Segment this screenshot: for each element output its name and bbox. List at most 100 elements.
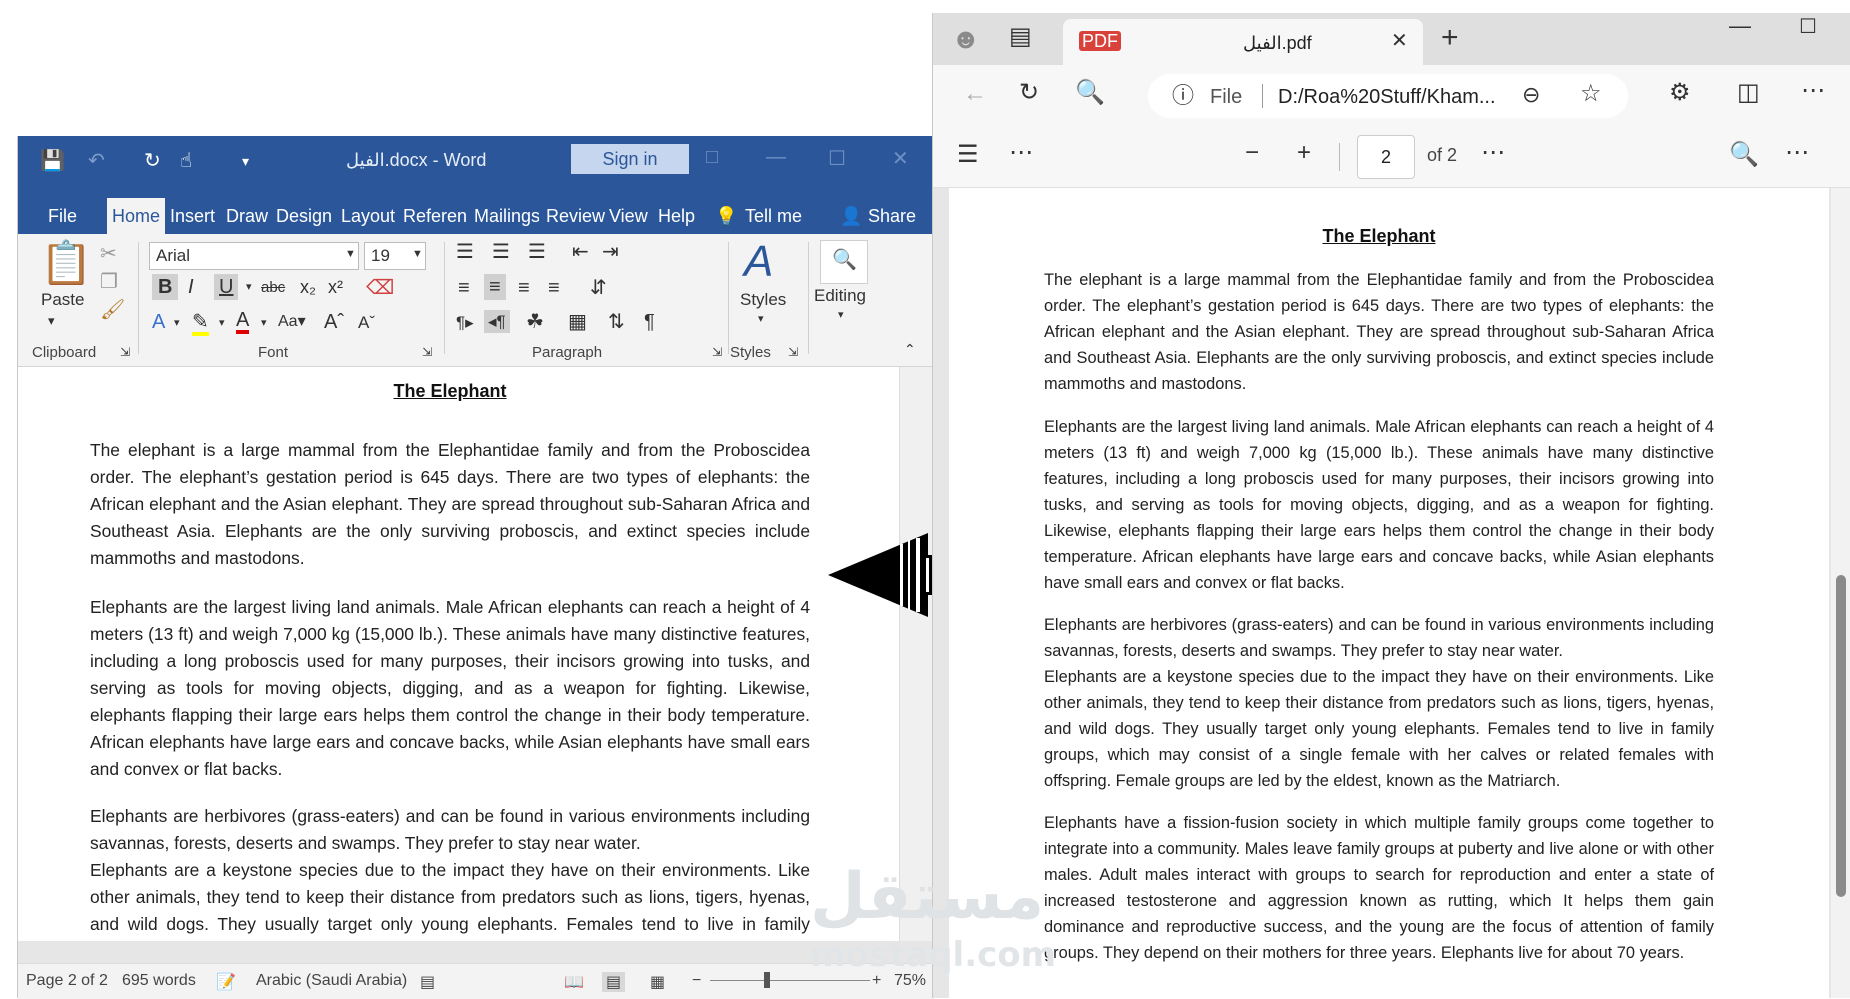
share-button[interactable]: Share <box>868 198 916 234</box>
paragraph-launcher-icon[interactable]: ⇲ <box>712 346 722 358</box>
read-mode-icon[interactable]: 📖 <box>564 972 584 992</box>
justify-icon[interactable]: ≡ <box>548 278 560 298</box>
table-of-contents-icon[interactable]: ☰ <box>957 143 979 167</box>
tell-me-box[interactable]: Tell me <box>745 198 802 234</box>
shading-icon[interactable]: ☘ <box>526 312 544 332</box>
collapse-ribbon-icon[interactable]: ⌃ <box>904 342 916 356</box>
horizontal-scrollbar[interactable] <box>18 941 934 963</box>
sign-in-button[interactable]: Sign in <box>571 144 689 174</box>
document-area[interactable]: The Elephant The elephant is a large mam… <box>18 367 934 988</box>
font-name-box[interactable]: Arial <box>149 242 359 270</box>
show-formatting-icon[interactable]: ¶ <box>644 312 655 332</box>
underline-dropdown-icon[interactable]: ▾ <box>246 282 252 293</box>
zoom-out-icon[interactable]: − <box>692 972 701 990</box>
text-effects-icon[interactable]: A <box>152 312 165 332</box>
pdf-scroll-thumb[interactable] <box>1836 575 1846 897</box>
zoom-out-icon[interactable]: ⊖ <box>1522 84 1540 106</box>
sort-icon[interactable]: ⇅ <box>608 312 625 332</box>
clear-formatting-icon[interactable]: ⌫ <box>366 278 394 298</box>
ltr-icon[interactable]: ¶▸ <box>456 314 474 331</box>
paste-icon[interactable]: 📋 <box>40 242 92 284</box>
split-screen-icon[interactable]: ◫ <box>1737 81 1760 105</box>
browser-tab[interactable]: PDF الفيل.pdf ✕ <box>1063 19 1423 65</box>
copy-icon[interactable]: ❐ <box>100 272 118 292</box>
paste-button[interactable]: Paste <box>41 290 84 310</box>
page-number-input[interactable]: 2 <box>1357 135 1415 179</box>
align-left-icon[interactable]: ≡ <box>458 278 470 298</box>
highlight-dropdown-icon[interactable]: ▾ <box>219 318 225 329</box>
styles-dropdown-icon[interactable]: ▾ <box>758 314 764 325</box>
address-url[interactable]: D:/Roa%20Stuff/Kham... <box>1278 86 1496 109</box>
tab-design[interactable]: Design <box>276 198 332 234</box>
tab-file[interactable]: File <box>48 198 77 234</box>
tab-references[interactable]: Referen <box>403 198 467 234</box>
clipboard-launcher-icon[interactable]: ⇲ <box>120 346 130 358</box>
rtl-icon[interactable]: ◂¶ <box>484 310 510 333</box>
numbering-icon[interactable]: ☰ <box>492 242 510 262</box>
proofing-icon[interactable]: 📝 <box>216 972 236 992</box>
favorite-star-icon[interactable]: ☆ <box>1580 82 1602 106</box>
pdf-more-icon[interactable]: ⋯ <box>1009 141 1033 165</box>
center-icon[interactable]: ≡ <box>484 274 506 300</box>
highlight-icon[interactable]: ✎ <box>192 312 209 336</box>
touch-mode-icon[interactable]: ☝ <box>180 148 192 173</box>
back-icon[interactable]: ← <box>963 82 987 106</box>
paste-dropdown-icon[interactable]: ▾ <box>48 314 55 327</box>
editing-icon-box[interactable]: 🔍 <box>820 240 868 284</box>
decrease-indent-icon[interactable]: ⇤ <box>572 242 589 262</box>
zoom-out-pdf-icon[interactable]: − <box>1245 141 1259 165</box>
zoom-in-pdf-icon[interactable]: + <box>1297 141 1311 165</box>
pdf-overflow-icon[interactable]: ⋯ <box>1785 141 1809 165</box>
save-icon[interactable]: 💾 <box>40 148 65 173</box>
styles-button[interactable]: Styles <box>740 290 786 310</box>
grow-font-icon[interactable]: Aˆ <box>324 312 344 332</box>
page-indicator[interactable]: Page 2 of 2 <box>26 972 108 990</box>
new-tab-icon[interactable]: + <box>1441 23 1459 53</box>
pdf-viewer[interactable]: The Elephant The elephant is a large mam… <box>933 188 1850 998</box>
strikethrough-icon[interactable]: abc <box>261 280 285 295</box>
refresh-icon[interactable]: ↻ <box>1019 81 1039 105</box>
close-tab-icon[interactable]: ✕ <box>1391 31 1408 51</box>
print-layout-icon[interactable]: ▤ <box>602 972 626 992</box>
text-effects-dropdown-icon[interactable]: ▾ <box>174 318 180 329</box>
styles-launcher-icon[interactable]: ⇲ <box>788 346 798 358</box>
cut-icon[interactable]: ✂ <box>100 244 117 264</box>
font-name-dropdown-icon[interactable]: ▼ <box>345 249 356 260</box>
web-layout-icon[interactable]: ▦ <box>650 972 665 992</box>
more-options-icon[interactable]: ⋯ <box>1801 79 1825 103</box>
increase-indent-icon[interactable]: ⇥ <box>602 242 619 262</box>
redo-icon[interactable]: ↻ <box>144 148 161 173</box>
tab-draw[interactable]: Draw <box>226 198 268 234</box>
format-painter-icon[interactable]: 🖌 <box>100 300 125 320</box>
close-button[interactable]: ✕ <box>892 146 909 171</box>
font-size-dropdown-icon[interactable]: ▼ <box>412 249 423 260</box>
address-bar[interactable]: ⓘ File D:/Roa%20Stuff/Kham... ⊖ ☆ <box>1148 74 1628 118</box>
multilevel-list-icon[interactable]: ☰ <box>528 242 546 262</box>
profile-icon[interactable]: ☻ <box>951 25 980 53</box>
tab-actions-icon[interactable]: ▤ <box>1009 25 1032 49</box>
maximize-button[interactable]: ☐ <box>828 146 846 171</box>
undo-icon[interactable]: ↶ <box>88 148 105 173</box>
editing-button[interactable]: Editing <box>814 286 866 306</box>
subscript-icon[interactable]: x₂ <box>300 278 316 296</box>
maximize-button[interactable]: ☐ <box>1799 17 1817 37</box>
line-spacing-icon[interactable]: ⇵ <box>590 278 607 298</box>
borders-icon[interactable]: ▦ <box>568 312 587 332</box>
styles-icon[interactable]: A <box>744 240 773 284</box>
minimize-button[interactable]: — <box>766 146 786 169</box>
language-indicator[interactable]: Arabic (Saudi Arabia) <box>256 972 407 990</box>
bold-icon[interactable]: B <box>152 274 179 300</box>
info-icon[interactable]: ⓘ <box>1172 85 1194 107</box>
tab-home[interactable]: Home <box>107 198 166 234</box>
find-in-pdf-icon[interactable]: 🔍 <box>1729 143 1759 167</box>
italic-icon[interactable]: I <box>188 277 194 297</box>
tab-insert[interactable]: Insert <box>170 198 215 234</box>
zoom-slider[interactable] <box>710 980 870 981</box>
align-right-icon[interactable]: ≡ <box>518 278 530 298</box>
extensions-icon[interactable]: ⚙ <box>1669 81 1691 105</box>
font-color-icon[interactable]: A <box>236 310 250 334</box>
minimize-button[interactable]: — <box>1729 15 1751 37</box>
vertical-scrollbar[interactable] <box>899 367 935 941</box>
tab-help[interactable]: Help <box>658 198 695 234</box>
tab-view[interactable]: View <box>609 198 648 234</box>
